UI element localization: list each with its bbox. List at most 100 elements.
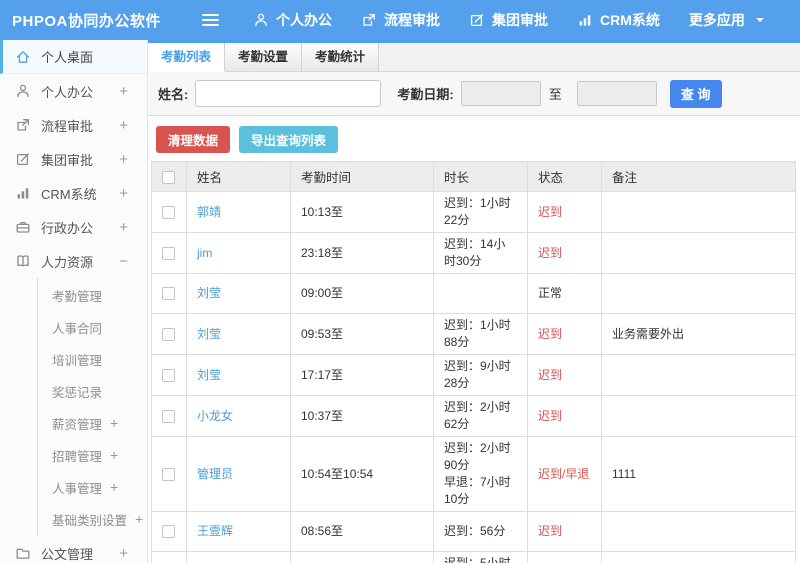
sidebar-subitem-7[interactable]: 考勤管理	[38, 279, 147, 311]
row-checkbox[interactable]	[162, 246, 175, 260]
expand-toggle-icon[interactable]: +	[119, 117, 128, 134]
sidebar-item-1[interactable]: 个人办公 +	[0, 74, 147, 108]
expand-toggle-icon[interactable]: +	[110, 415, 118, 431]
expand-toggle-icon[interactable]: +	[119, 185, 128, 202]
duration-cell: 迟到：5小时33分早退：4小时67分	[433, 551, 528, 563]
sidebar-subitem-11[interactable]: 薪资管理 +	[38, 407, 147, 439]
sidebar-subitem-label: 培训管理	[52, 353, 103, 368]
attendance-time-cell: 08:56至	[290, 511, 434, 552]
employee-name-link[interactable]: 管理员	[197, 467, 233, 481]
menu-icon[interactable]	[202, 13, 219, 27]
expand-toggle-icon[interactable]: +	[119, 151, 128, 168]
status-badge: 迟到	[538, 326, 563, 341]
expand-toggle-icon[interactable]: +	[110, 479, 118, 495]
attendance-time-cell: 10:37至	[290, 395, 434, 437]
attendance-time-cell: 13:20至13:20	[290, 551, 434, 563]
name-cell: 黄蓉	[186, 551, 291, 563]
status-cell: 迟到/早退	[527, 551, 602, 563]
sidebar-item-0[interactable]: 个人桌面	[0, 40, 147, 74]
date-filter-label: 考勤日期:	[397, 87, 454, 102]
nav-item-1[interactable]: 流程审批	[361, 10, 440, 30]
user-icon	[15, 83, 32, 99]
note-cell	[601, 354, 796, 396]
duration-cell: 迟到：2小时90分 早退：7小时10分	[433, 436, 528, 512]
nav-item-label: 个人办公	[276, 12, 332, 28]
sidebar-item-5[interactable]: 行政办公 +	[0, 210, 147, 244]
sidebar-subitem-label: 奖惩记录	[52, 385, 103, 400]
sidebar-item-4[interactable]: CRM系统 +	[0, 176, 147, 210]
nav-item-0[interactable]: 个人办公	[253, 10, 332, 30]
main-panel: 考勤列表 考勤设置 考勤统计 姓名: 考勤日期: 至 查 询 清理数据 导出查询列表…	[148, 40, 800, 563]
table-row: 王壹辉 08:56至 迟到：56分 迟到	[151, 511, 796, 552]
flow-icon	[15, 117, 32, 133]
name-cell: 管理员	[186, 436, 291, 512]
employee-name-link[interactable]: 刘莹	[197, 368, 221, 382]
row-checkbox[interactable]	[162, 409, 175, 423]
note-cell: 1111	[601, 436, 796, 512]
expand-toggle-icon[interactable]: +	[135, 511, 143, 527]
employee-name-link[interactable]: 郭靖	[197, 205, 221, 219]
book-icon	[15, 253, 32, 269]
sidebar-item-15[interactable]: 公文管理 +	[0, 536, 147, 563]
row-checkbox[interactable]	[162, 467, 175, 481]
export-list-button[interactable]: 导出查询列表	[239, 126, 339, 153]
row-checkbox[interactable]	[162, 368, 175, 382]
sidebar-subitem-12[interactable]: 招聘管理 +	[38, 439, 147, 471]
date-from-input[interactable]	[460, 81, 541, 106]
employee-name-link[interactable]: 刘莹	[197, 286, 221, 300]
employee-name-link[interactable]: 王壹辉	[197, 524, 233, 538]
duration-cell: 迟到：2小时62分	[433, 395, 528, 437]
sidebar-subitem-14[interactable]: 基础类别设置 +	[38, 503, 147, 535]
duration-line: 迟到：2小时62分	[444, 400, 511, 431]
checkbox-cell	[151, 436, 187, 512]
expand-toggle-icon[interactable]: +	[119, 83, 128, 100]
nav-item-label: CRM系统	[600, 12, 660, 28]
sidebar-subitem-9[interactable]: 培训管理	[38, 343, 147, 375]
chart-icon	[15, 185, 32, 201]
name-cell: 郭靖	[186, 191, 291, 233]
status-cell: 迟到	[527, 232, 602, 274]
sidebar-subitem-label: 招聘管理	[52, 449, 103, 464]
tab-0[interactable]: 考勤列表	[148, 43, 226, 72]
expand-toggle-icon[interactable]: +	[119, 219, 128, 236]
tab-bar: 考勤列表 考勤设置 考勤统计	[148, 43, 800, 72]
table-row: 刘莹 17:17至 迟到：9小时28分 迟到	[151, 354, 796, 396]
employee-name-link[interactable]: 小龙女	[197, 409, 233, 423]
sidebar-subitem-13[interactable]: 人事管理 +	[38, 471, 147, 503]
checkbox-column-header	[151, 161, 187, 192]
name-cell: 刘莹	[186, 273, 291, 314]
note-cell	[601, 551, 796, 563]
duration-line: 迟到：2小时90分	[444, 441, 511, 472]
row-checkbox[interactable]	[162, 525, 175, 539]
nav-item-4[interactable]: 更多应用	[689, 10, 768, 30]
select-all-checkbox[interactable]	[162, 170, 175, 184]
expand-toggle-icon[interactable]: +	[119, 545, 128, 562]
attendance-time-cell: 17:17至	[290, 354, 434, 396]
sidebar-item-6[interactable]: 人力资源 −	[0, 244, 147, 278]
app-title: PHPOA协同办公软件	[12, 12, 161, 30]
expand-toggle-icon[interactable]: +	[110, 447, 118, 463]
nav-item-3[interactable]: CRM系统	[577, 10, 660, 30]
date-to-input[interactable]	[576, 81, 657, 106]
row-checkbox[interactable]	[162, 327, 175, 341]
sidebar-item-label: CRM系统	[41, 186, 97, 202]
nav-item-2[interactable]: 集团审批	[469, 10, 548, 30]
search-button[interactable]: 查 询	[669, 79, 722, 108]
expand-toggle-icon[interactable]: −	[119, 253, 128, 270]
attendance-time-cell: 09:53至	[290, 313, 434, 355]
name-input[interactable]	[195, 80, 382, 107]
sidebar-item-3[interactable]: 集团审批 +	[0, 142, 147, 176]
clear-data-button[interactable]: 清理数据	[156, 126, 231, 153]
name-filter-label: 姓名:	[158, 87, 189, 102]
sidebar-subitem-10[interactable]: 奖惩记录	[38, 375, 147, 407]
tab-1[interactable]: 考勤设置	[225, 43, 303, 71]
row-checkbox[interactable]	[162, 205, 175, 219]
employee-name-link[interactable]: jim	[197, 246, 212, 260]
tab-2[interactable]: 考勤统计	[302, 43, 380, 71]
note-cell	[601, 395, 796, 437]
sidebar-item-2[interactable]: 流程审批 +	[0, 108, 147, 142]
employee-name-link[interactable]: 刘莹	[197, 327, 221, 341]
sidebar-subitem-8[interactable]: 人事合同	[38, 311, 147, 343]
row-checkbox[interactable]	[162, 287, 175, 301]
home-icon	[15, 49, 32, 65]
